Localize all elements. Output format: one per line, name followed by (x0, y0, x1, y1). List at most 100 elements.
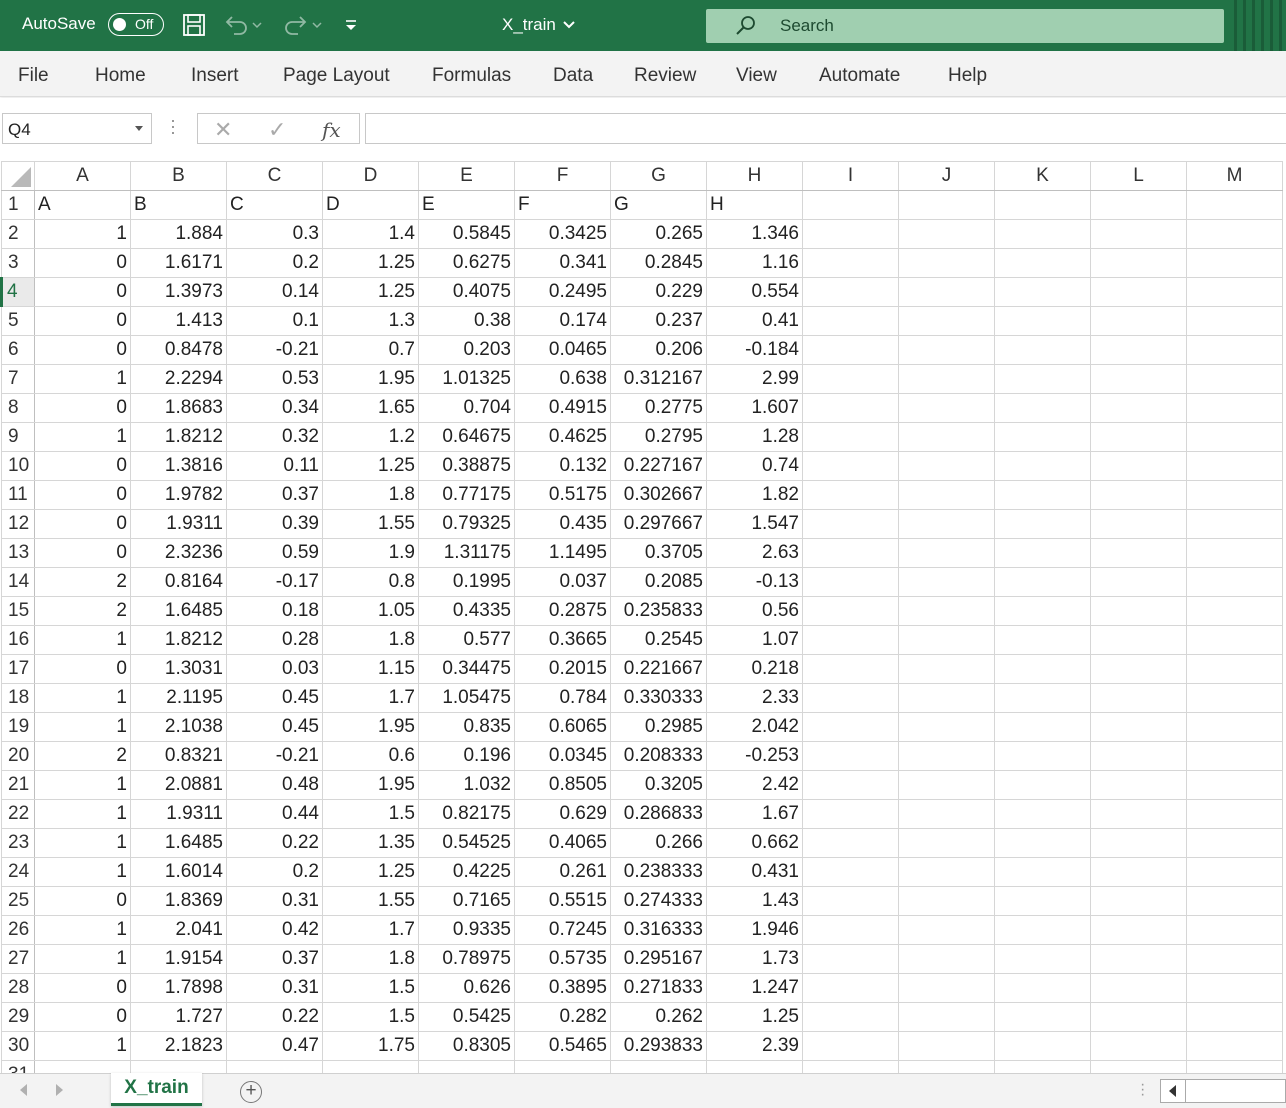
insert-function-icon[interactable]: fx (322, 118, 341, 142)
cell[interactable]: 0 (34, 538, 131, 568)
cell[interactable] (994, 248, 1091, 278)
cell[interactable]: 0.56 (706, 596, 803, 626)
cell[interactable] (898, 683, 995, 713)
cell[interactable]: 0.218 (706, 654, 803, 684)
cell[interactable]: 0 (34, 393, 131, 423)
tab-page-layout[interactable]: Page Layout (283, 65, 390, 87)
cell[interactable] (802, 248, 899, 278)
cell[interactable] (994, 799, 1091, 829)
cell[interactable]: 1.032 (418, 770, 515, 800)
cell[interactable] (898, 335, 995, 365)
cell[interactable] (610, 1060, 707, 1073)
cell[interactable]: 1.25 (322, 857, 419, 887)
cell[interactable]: 0.265 (610, 219, 707, 249)
cell[interactable]: -0.21 (226, 741, 323, 771)
cell[interactable] (898, 1060, 995, 1073)
cell[interactable]: 0.5175 (514, 480, 611, 510)
cell[interactable] (898, 828, 995, 858)
cell[interactable]: 0.312167 (610, 364, 707, 394)
cell[interactable]: 0.82175 (418, 799, 515, 829)
cell[interactable]: 1 (34, 770, 131, 800)
cell[interactable]: F (514, 190, 611, 220)
cell[interactable] (802, 567, 899, 597)
cell[interactable] (1090, 1060, 1187, 1073)
cell[interactable]: 0.11 (226, 451, 323, 481)
cell[interactable]: 1.6485 (130, 828, 227, 858)
cell[interactable]: 0.203 (418, 335, 515, 365)
cell[interactable] (994, 1060, 1091, 1073)
formula-input[interactable] (365, 113, 1286, 144)
cell[interactable]: 1 (34, 625, 131, 655)
cell[interactable] (1090, 393, 1187, 423)
cell[interactable]: 0.31 (226, 973, 323, 1003)
cell[interactable]: 0.53 (226, 364, 323, 394)
cell[interactable] (994, 712, 1091, 742)
cell[interactable] (1090, 364, 1187, 394)
more-options-icon[interactable]: · · · (170, 111, 176, 141)
cell[interactable]: B (130, 190, 227, 220)
cell[interactable] (994, 219, 1091, 249)
cell[interactable] (1186, 683, 1283, 713)
cell[interactable] (898, 364, 995, 394)
cell[interactable] (1090, 799, 1187, 829)
horizontal-scrollbar[interactable] (1160, 1079, 1286, 1103)
cell[interactable]: 1.9 (322, 538, 419, 568)
cell[interactable]: 2.0881 (130, 770, 227, 800)
cell[interactable] (994, 480, 1091, 510)
cell[interactable] (1090, 567, 1187, 597)
cell[interactable] (898, 393, 995, 423)
cell[interactable]: 1 (34, 683, 131, 713)
cell[interactable]: 0 (34, 886, 131, 916)
cell[interactable]: 0.293833 (610, 1031, 707, 1061)
cell[interactable]: 1.9154 (130, 944, 227, 974)
cell[interactable] (898, 190, 995, 220)
cell[interactable]: G (610, 190, 707, 220)
cell[interactable]: 0 (34, 973, 131, 1003)
cell[interactable]: 0.31 (226, 886, 323, 916)
cell[interactable]: 0.4335 (418, 596, 515, 626)
row-header[interactable]: 20 (1, 741, 35, 771)
cell[interactable] (802, 480, 899, 510)
cell[interactable] (898, 857, 995, 887)
cell[interactable]: 1 (34, 799, 131, 829)
cell[interactable] (898, 248, 995, 278)
cell[interactable] (994, 451, 1091, 481)
cell[interactable]: 0.626 (418, 973, 515, 1003)
tab-view[interactable]: View (736, 65, 777, 87)
cell[interactable]: 0 (34, 480, 131, 510)
cell[interactable]: 1.8683 (130, 393, 227, 423)
cell[interactable]: 1.43 (706, 886, 803, 916)
column-header-b[interactable]: B (130, 161, 227, 191)
column-header-l[interactable]: L (1090, 161, 1187, 191)
cell[interactable]: 1.727 (130, 1002, 227, 1032)
cell[interactable]: 1.05 (322, 596, 419, 626)
cell[interactable]: 0.44 (226, 799, 323, 829)
cell[interactable]: 1.95 (322, 712, 419, 742)
cell[interactable] (1186, 944, 1283, 974)
cell[interactable]: 1.8 (322, 625, 419, 655)
cell[interactable] (802, 944, 899, 974)
row-header[interactable]: 26 (1, 915, 35, 945)
cell[interactable]: -0.21 (226, 335, 323, 365)
cell[interactable]: 0.5465 (514, 1031, 611, 1061)
cell[interactable]: 0.206 (610, 335, 707, 365)
cell[interactable]: 0.266 (610, 828, 707, 858)
cell[interactable]: 0.8478 (130, 335, 227, 365)
cell[interactable]: 2 (34, 567, 131, 597)
cell[interactable]: 0.316333 (610, 915, 707, 945)
cell[interactable]: 1.6171 (130, 248, 227, 278)
cell[interactable]: 1.15 (322, 654, 419, 684)
row-header[interactable]: 3 (1, 248, 35, 278)
cell[interactable]: 0.3425 (514, 219, 611, 249)
cell[interactable]: 1.31175 (418, 538, 515, 568)
cell[interactable] (898, 596, 995, 626)
cell[interactable] (1090, 857, 1187, 887)
cell[interactable]: 1.75 (322, 1031, 419, 1061)
sheet-tab-x-train[interactable]: X_train (111, 1073, 202, 1106)
undo-dropdown-icon[interactable] (250, 12, 264, 38)
cell[interactable] (994, 422, 1091, 452)
cell[interactable]: 0.5735 (514, 944, 611, 974)
cell[interactable] (994, 828, 1091, 858)
cell[interactable] (1090, 770, 1187, 800)
cell[interactable]: 0 (34, 277, 131, 307)
